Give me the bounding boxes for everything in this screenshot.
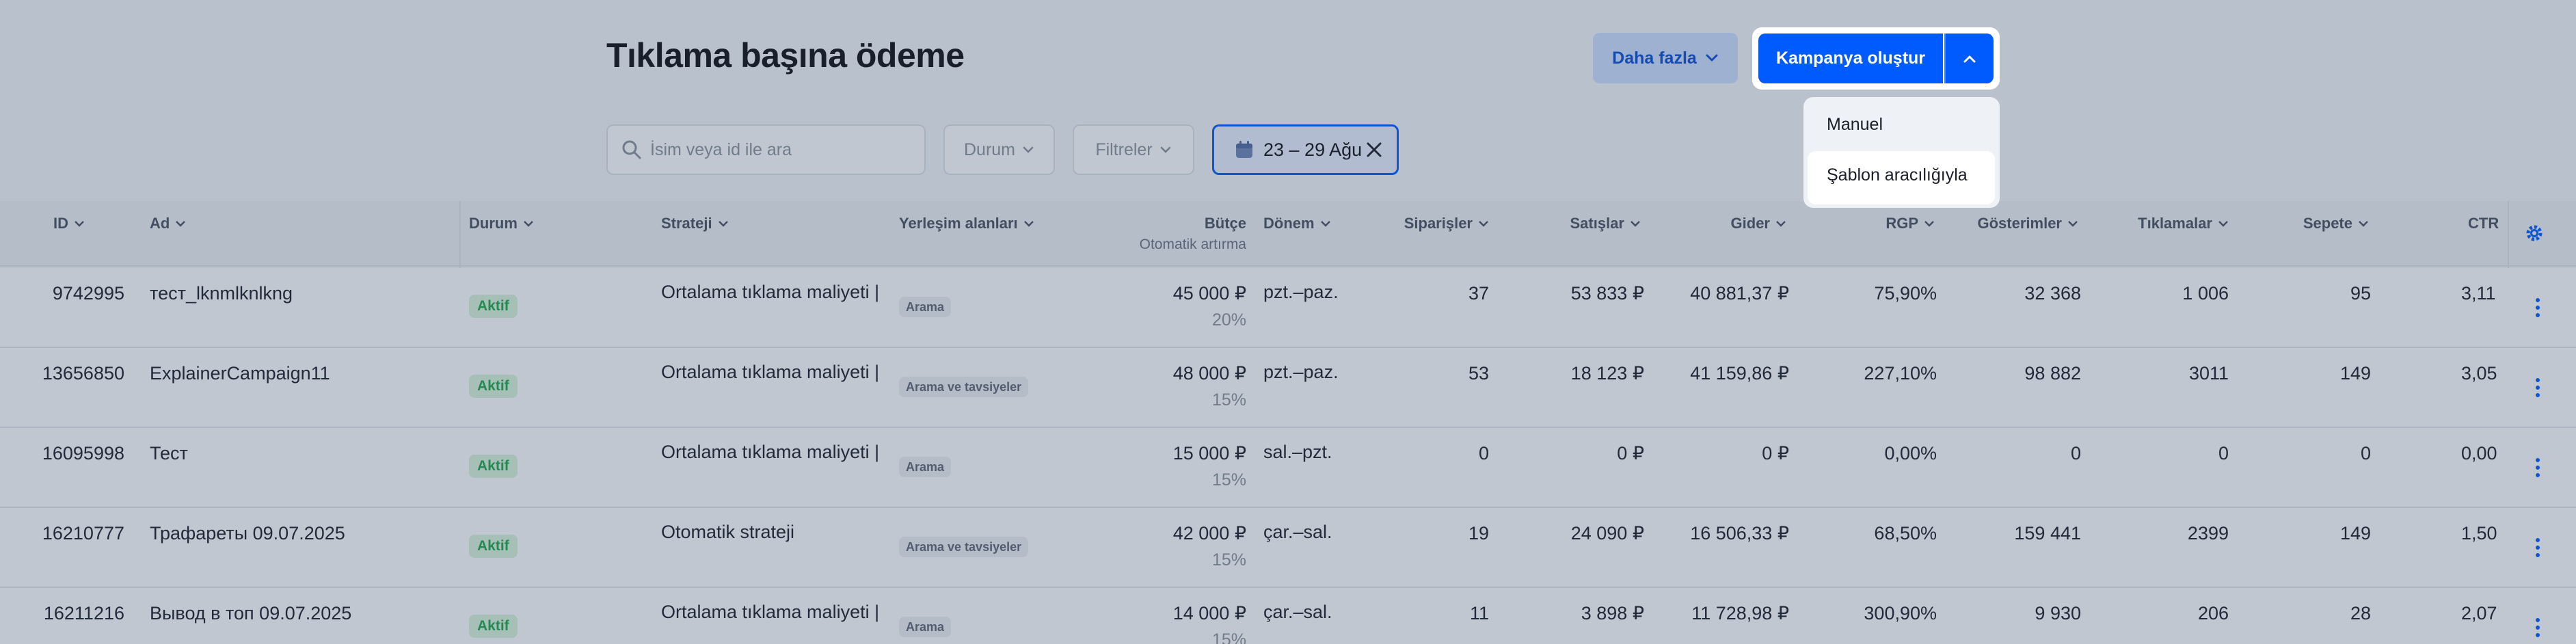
create-campaign-menu-toggle[interactable] bbox=[1944, 33, 1994, 83]
create-campaign-button[interactable]: Kampanya oluştur bbox=[1758, 33, 1943, 83]
chevron-up-icon bbox=[1963, 55, 1976, 62]
menu-item-manual[interactable]: Manuel bbox=[1827, 115, 1883, 135]
menu-item-template[interactable]: Şablon aracılığıyla bbox=[1827, 165, 1968, 185]
page: Tıklama başına ödeme Daha fazla İsim vey… bbox=[0, 0, 2576, 644]
modal-overlay[interactable] bbox=[0, 0, 2576, 644]
